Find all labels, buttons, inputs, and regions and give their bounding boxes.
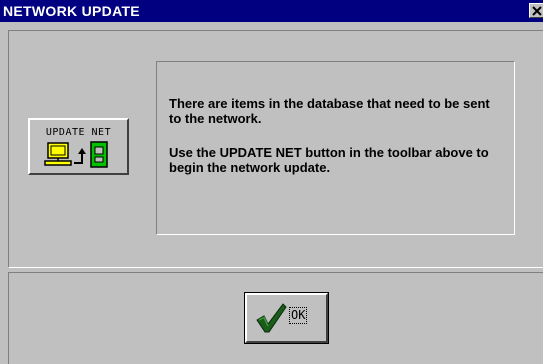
message-line-2: Use the UPDATE NET button in the toolbar… <box>169 145 489 175</box>
message-line-1: There are items in the database that nee… <box>169 96 490 126</box>
checkmark-icon <box>256 303 287 333</box>
title-bar: NETWORK UPDATE <box>0 0 543 22</box>
close-icon <box>532 6 542 16</box>
update-net-label: UPDATE NET <box>45 127 112 138</box>
window-title: NETWORK UPDATE <box>3 3 140 19</box>
message-box: There are items in the database that nee… <box>156 61 515 235</box>
ok-label: OK <box>288 307 308 324</box>
ok-button[interactable]: OK <box>244 292 329 344</box>
computer-to-network-icon <box>44 141 108 168</box>
network-update-dialog: NETWORK UPDATE UPDATE NET There are item… <box>0 0 543 364</box>
update-net-button: UPDATE NET <box>28 118 129 175</box>
close-button[interactable] <box>529 3 543 18</box>
